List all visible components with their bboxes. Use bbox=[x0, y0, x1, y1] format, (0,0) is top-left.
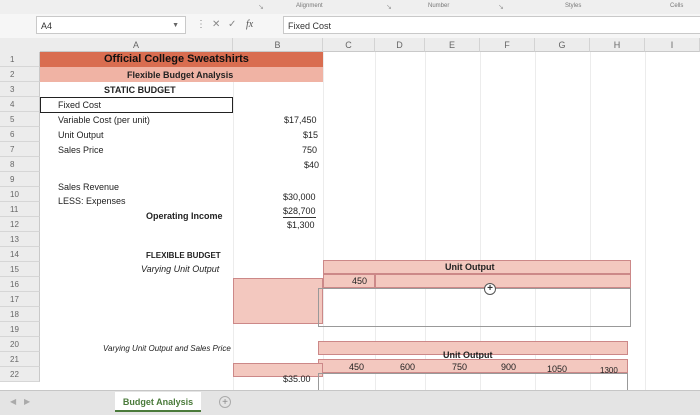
number-group-label: Number bbox=[428, 3, 450, 9]
sales-revenue-label[interactable]: Sales Revenue bbox=[58, 181, 119, 193]
sales-price-value[interactable]: $40 bbox=[304, 159, 319, 171]
sheet-tab-budget-analysis[interactable]: Budget Analysis bbox=[115, 392, 201, 412]
sales-revenue-value[interactable]: $30,000 bbox=[283, 191, 316, 203]
column-header-g[interactable]: G bbox=[535, 38, 590, 52]
row-header[interactable]: 13 bbox=[0, 232, 40, 247]
f21-value[interactable]: 900 bbox=[501, 361, 516, 373]
variable-cost-label[interactable]: Variable Cost (per unit) bbox=[58, 114, 150, 126]
insert-function-icon[interactable]: fx bbox=[246, 19, 253, 30]
b22-value[interactable]: $35.00 bbox=[283, 373, 311, 385]
unit-output-header[interactable]: Unit Output bbox=[445, 261, 494, 273]
varying-both-heading[interactable]: Varying Unit Output and Sales Price bbox=[103, 343, 231, 355]
row-header[interactable]: 20 bbox=[0, 337, 40, 352]
row-header[interactable]: 7 bbox=[0, 142, 40, 157]
styles-group-label: Styles bbox=[565, 3, 582, 9]
unit-output-values-row[interactable] bbox=[318, 359, 628, 373]
dialog-launcher-icon[interactable]: ↘ bbox=[258, 3, 266, 11]
column-header-h[interactable]: H bbox=[590, 38, 645, 52]
operating-income-value[interactable]: $1,300 bbox=[287, 219, 315, 231]
row-header[interactable]: 22 bbox=[0, 367, 40, 382]
dialog-launcher-icon[interactable]: ↘ bbox=[498, 3, 506, 11]
flex-result-area[interactable] bbox=[318, 288, 631, 327]
formula-input[interactable]: Fixed Cost bbox=[283, 16, 700, 34]
previous-sheet-icon[interactable]: ◀ bbox=[10, 397, 16, 406]
column-header-e[interactable]: E bbox=[425, 38, 480, 52]
worksheet-grid[interactable]: A B C D E F G H I 1 2 3 4 5 6 7 8 9 10 1… bbox=[0, 38, 700, 414]
formula-value: Fixed Cost bbox=[288, 21, 332, 31]
row-header[interactable]: 19 bbox=[0, 322, 40, 337]
enter-icon[interactable]: ✓ bbox=[228, 19, 236, 30]
row-header[interactable]: 11 bbox=[0, 202, 40, 217]
fixed-cost-value[interactable]: $17,450 bbox=[284, 114, 317, 126]
row-header[interactable]: 5 bbox=[0, 112, 40, 127]
gridline bbox=[233, 52, 234, 414]
less-expenses-label[interactable]: LESS: Expenses bbox=[58, 195, 126, 207]
row-header[interactable]: 15 bbox=[0, 262, 40, 277]
expenses-value[interactable]: $28,700 bbox=[283, 205, 316, 218]
column-header-a[interactable]: A bbox=[40, 38, 233, 52]
dialog-launcher-icon[interactable]: ↘ bbox=[386, 3, 394, 11]
unit-output-label[interactable]: Unit Output bbox=[58, 129, 104, 141]
formula-bar: A4 ▼ ⋮ ✕ ✓ fx Fixed Cost bbox=[0, 14, 700, 39]
column-header-f[interactable]: F bbox=[480, 38, 535, 52]
row-header[interactable]: 1 bbox=[0, 52, 40, 67]
unit-output-value[interactable]: 750 bbox=[302, 144, 317, 156]
fixed-cost-label[interactable]: Fixed Cost bbox=[58, 99, 101, 111]
row-header[interactable]: 8 bbox=[0, 157, 40, 172]
sheet-tab-bar: ◀ ▶ Budget Analysis + bbox=[0, 390, 700, 415]
chevron-down-icon[interactable]: ▼ bbox=[172, 17, 179, 35]
row-header[interactable]: 6 bbox=[0, 127, 40, 142]
ribbon-group-labels: Alignment ↘ ↘ Number ↘ Styles Cells bbox=[0, 0, 700, 15]
row-header[interactable]: 3 bbox=[0, 82, 40, 97]
row-header[interactable]: 21 bbox=[0, 352, 40, 367]
operating-income-label[interactable]: Operating Income bbox=[146, 210, 223, 222]
row-header[interactable]: 14 bbox=[0, 247, 40, 262]
gridline bbox=[645, 52, 646, 414]
column-header-c[interactable]: C bbox=[323, 38, 375, 52]
row-header[interactable]: 17 bbox=[0, 292, 40, 307]
name-box-value: A4 bbox=[41, 21, 53, 31]
c21-value[interactable]: 450 bbox=[349, 361, 364, 373]
flex-c14-cell[interactable] bbox=[323, 274, 375, 288]
static-budget-heading[interactable]: STATIC BUDGET bbox=[104, 84, 176, 96]
column-header-d[interactable]: D bbox=[375, 38, 425, 52]
row-header[interactable]: 18 bbox=[0, 307, 40, 322]
e21-value[interactable]: 750 bbox=[452, 361, 467, 373]
flexible-budget-heading[interactable]: FLEXIBLE BUDGET bbox=[146, 250, 221, 262]
more-options-icon[interactable]: ⋮ bbox=[196, 19, 206, 30]
cells-group-label: Cells bbox=[670, 3, 684, 9]
flex-unit-output-row[interactable] bbox=[375, 274, 631, 288]
flex-c14-value[interactable]: 450 bbox=[352, 275, 367, 287]
row-header[interactable]: 9 bbox=[0, 172, 40, 187]
add-sheet-icon[interactable]: + bbox=[219, 396, 231, 408]
variable-cost-value[interactable]: $15 bbox=[303, 129, 318, 141]
select-all-corner[interactable] bbox=[0, 38, 41, 53]
row-header[interactable]: 12 bbox=[0, 217, 40, 232]
cancel-icon[interactable]: ✕ bbox=[212, 19, 220, 30]
flex-b-column-cells[interactable] bbox=[233, 278, 323, 324]
sheet-title[interactable]: Official College Sweatshirts bbox=[104, 53, 249, 65]
column-header-i[interactable]: I bbox=[645, 38, 700, 52]
column-header-b[interactable]: B bbox=[233, 38, 323, 52]
varying-unit-output-heading[interactable]: Varying Unit Output bbox=[141, 263, 219, 275]
row-header[interactable]: 4 bbox=[0, 97, 40, 112]
cursor-plus-icon: + bbox=[484, 283, 496, 295]
sheet-subtitle[interactable]: Flexible Budget Analysis bbox=[127, 69, 233, 81]
next-sheet-icon[interactable]: ▶ bbox=[24, 397, 30, 406]
alignment-group-label: Alignment bbox=[296, 3, 323, 9]
sales-price-label[interactable]: Sales Price bbox=[58, 144, 104, 156]
row-header[interactable]: 16 bbox=[0, 277, 40, 292]
name-box[interactable]: A4 ▼ bbox=[36, 16, 186, 34]
row-header[interactable]: 2 bbox=[0, 67, 40, 82]
d21-value[interactable]: 600 bbox=[400, 361, 415, 373]
row-header[interactable]: 10 bbox=[0, 187, 40, 202]
